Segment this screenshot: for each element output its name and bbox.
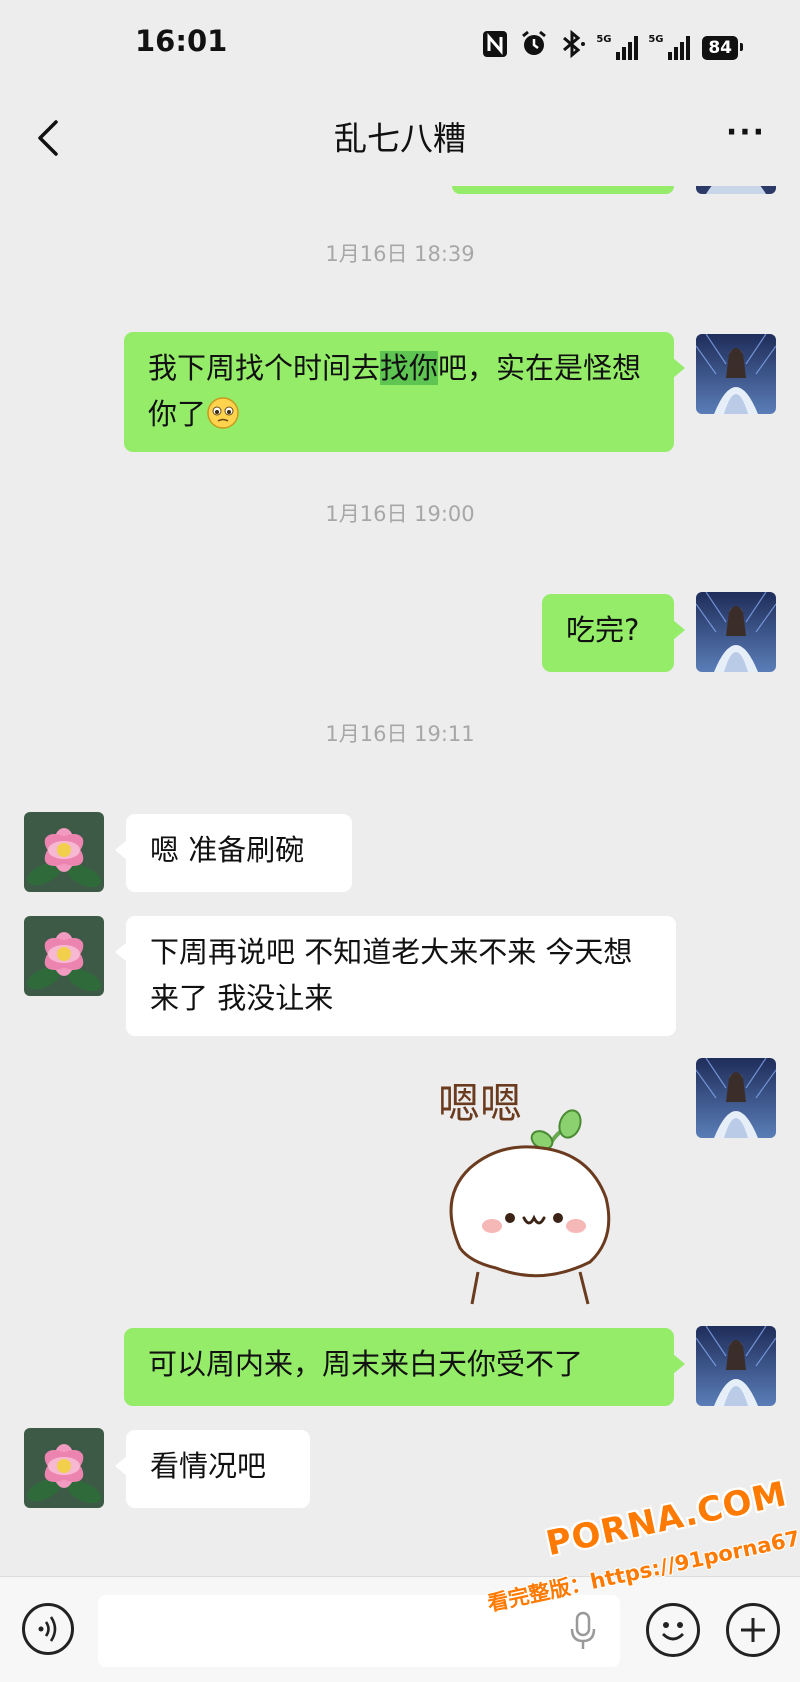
message-bubble-mine[interactable]: 可以周内来，周末来白天你受不了 <box>124 1328 685 1406</box>
microphone-icon[interactable] <box>568 1611 598 1651</box>
nfc-icon <box>482 30 508 65</box>
message-bubble-mine[interactable]: 吃完? <box>542 594 685 672</box>
signal-5g-icon: 5G <box>596 34 639 60</box>
message-input[interactable] <box>98 1595 620 1667</box>
smiley-icon <box>662 1622 684 1641</box>
more-actions-button[interactable] <box>726 1603 780 1657</box>
timestamp: 1月16日 19:00 <box>325 502 475 526</box>
signal-5g-icon: 5G <box>648 34 691 60</box>
contact-avatar[interactable] <box>24 916 104 996</box>
status-bar: 16:01 5G 5G 84 <box>0 0 800 90</box>
my-avatar[interactable] <box>696 1058 776 1138</box>
more-icon: ··· <box>725 115 767 150</box>
bluetooth-icon <box>560 29 586 65</box>
message-bubble-theirs[interactable]: 下周再说吧 不知道老大来不来 今天想来了 我没让来 <box>115 916 676 1036</box>
message-bubble-partial[interactable] <box>452 186 674 194</box>
message-bubble-theirs[interactable]: 看情况吧 <box>115 1430 310 1508</box>
battery-indicator: 84 <box>702 35 743 60</box>
pleading-face-icon <box>207 397 239 429</box>
my-avatar[interactable] <box>696 592 776 672</box>
alarm-icon <box>520 30 548 65</box>
voice-input-button[interactable] <box>22 1603 74 1655</box>
message-bubble-mine[interactable]: 我下周找个时间去找你吧，实在是怪想你了 <box>124 332 685 452</box>
message-bubble-theirs[interactable]: 嗯 准备刷碗 <box>115 814 352 892</box>
timestamp: 1月16日 18:39 <box>325 242 475 266</box>
my-avatar[interactable] <box>696 186 776 194</box>
sprout-bun-sticker[interactable]: 嗯嗯 <box>430 1058 670 1318</box>
status-icons: 5G 5G 84 <box>482 29 743 65</box>
contact-avatar[interactable] <box>24 812 104 892</box>
plus-icon <box>741 1618 765 1642</box>
my-avatar[interactable] <box>696 334 776 414</box>
highlighted-text: 找你 <box>380 351 439 385</box>
chat-title: 乱七八糟 <box>334 119 466 158</box>
nav-bar: 乱七八糟 ··· <box>0 90 800 186</box>
my-avatar[interactable] <box>696 1326 776 1406</box>
more-options-button[interactable]: ··· <box>720 110 772 166</box>
message-list[interactable]: 1月16日 18:39 我下周找个时间去找你吧，实在是怪想你了 1月16日 19… <box>0 186 800 1576</box>
emoji-button[interactable] <box>646 1603 700 1657</box>
status-time: 16:01 <box>135 24 228 58</box>
input-bar <box>0 1576 800 1682</box>
sticker-caption: 嗯嗯 <box>438 1079 522 1128</box>
contact-avatar[interactable] <box>24 1428 104 1508</box>
chat-screen: 16:01 5G 5G 84 乱七八糟 ··· 1月16日 18:39 我下周找… <box>0 0 800 1682</box>
timestamp: 1月16日 19:11 <box>325 722 475 746</box>
voice-icon <box>38 1616 57 1642</box>
